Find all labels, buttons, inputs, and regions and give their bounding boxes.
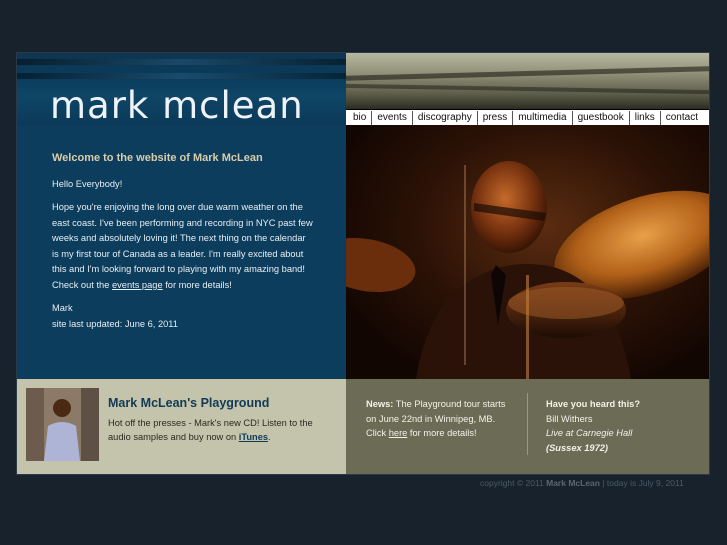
welcome-heading: Welcome to the website of Mark McLean [52, 152, 263, 164]
header-streak [17, 73, 346, 79]
promo-body-text: Hot off the presses - Mark's new CD! Lis… [108, 418, 313, 442]
news-item: News: The Playground tour starts on June… [366, 397, 516, 441]
header-streak [17, 59, 346, 65]
nav-press[interactable]: press [478, 111, 514, 125]
header-stripe [346, 83, 709, 95]
header-stripe [346, 66, 709, 81]
welcome-message-text: Hope you're enjoying the long over due w… [52, 202, 313, 290]
welcome-panel: Welcome to the website of Mark McLean He… [17, 125, 346, 379]
nav-events[interactable]: events [372, 111, 413, 125]
footer-date: | today is July 9, 2011 [599, 478, 684, 488]
artist-photo-icon [26, 388, 99, 461]
drummer-photo [346, 125, 709, 379]
cymbal [346, 237, 416, 293]
header-left: mark mclean [17, 53, 346, 125]
last-updated: site last updated: June 6, 2011 [52, 318, 178, 329]
nav-guestbook[interactable]: guestbook [573, 111, 630, 125]
welcome-greeting: Hello Everybody! [52, 178, 123, 189]
news-tail: for more details! [407, 428, 477, 438]
header-right [346, 53, 709, 109]
drummer-illustration [346, 161, 709, 379]
news-label: News: [366, 399, 394, 409]
welcome-signature: Mark [52, 303, 73, 313]
page-frame: mark mclean bio events discography press… [17, 53, 709, 474]
footer-copyright: copyright © 2011 [480, 478, 547, 488]
nav-discography[interactable]: discography [413, 111, 478, 125]
welcome-message: Hope you're enjoying the long over due w… [52, 200, 314, 293]
promo-panel: Mark McLean's Playground Hot off the pre… [17, 379, 346, 474]
heard-artist: Bill Withers [546, 413, 593, 424]
mic-stand [464, 165, 466, 365]
welcome-message-tail: for more details! [162, 279, 232, 290]
heard-heading: Have you heard this? [546, 399, 641, 409]
main-nav: bio events discography press multimedia … [346, 109, 709, 126]
promo-title[interactable]: Mark McLean's Playground [108, 396, 269, 410]
promo-body-tail: . [268, 432, 271, 442]
heard-this: Have you heard this? Bill Withers Live a… [546, 397, 696, 455]
nav-links[interactable]: links [630, 111, 661, 125]
site-logo[interactable]: mark mclean [50, 87, 304, 124]
drum-head [508, 287, 624, 319]
events-page-link[interactable]: events page [112, 280, 163, 290]
nav-contact[interactable]: contact [661, 111, 703, 125]
heard-label: (Sussex 1972) [546, 442, 609, 453]
nav-multimedia[interactable]: multimedia [513, 111, 573, 125]
itunes-link[interactable]: iTunes [239, 432, 268, 442]
heard-album: Live at Carnegie Hall [546, 428, 633, 438]
nav-bio[interactable]: bio [346, 111, 373, 125]
cymbal-stand [526, 275, 529, 379]
promo-body: Hot off the presses - Mark's new CD! Lis… [108, 416, 333, 444]
footer: copyright © 2011 Mark McLean | today is … [480, 478, 684, 488]
news-panel: News: The Playground tour starts on June… [346, 379, 709, 474]
album-thumbnail[interactable] [26, 388, 99, 461]
news-divider [527, 393, 528, 455]
news-here-link[interactable]: here [389, 428, 408, 438]
footer-name: Mark McLean [546, 478, 600, 488]
